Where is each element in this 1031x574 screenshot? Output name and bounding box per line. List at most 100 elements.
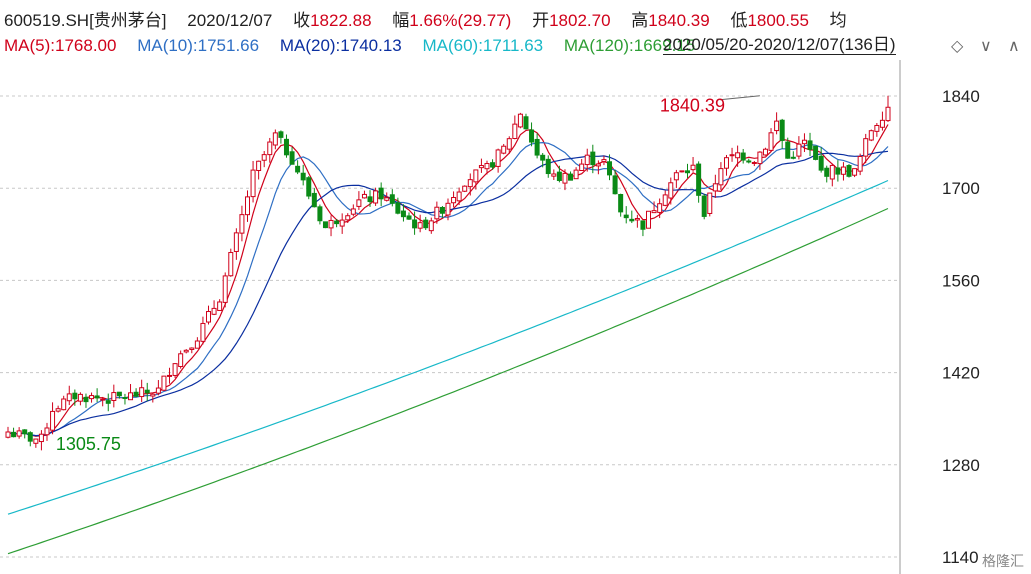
candle-body[interactable] <box>495 149 501 167</box>
candle-body[interactable] <box>334 220 340 225</box>
candle-body[interactable] <box>11 431 17 438</box>
candle-body[interactable] <box>267 141 273 156</box>
candle-body[interactable] <box>406 215 412 220</box>
candle-body[interactable] <box>295 165 301 173</box>
candle-body[interactable] <box>16 430 22 437</box>
candle-body[interactable] <box>729 154 735 157</box>
candle-body[interactable] <box>378 187 384 200</box>
candle-body[interactable] <box>178 353 184 368</box>
candle-body[interactable] <box>556 171 562 181</box>
candle-body[interactable] <box>701 195 707 217</box>
candle-body[interactable] <box>233 232 239 252</box>
candle-body[interactable] <box>206 311 212 323</box>
candle-body[interactable] <box>618 194 624 213</box>
candle-body[interactable] <box>211 307 217 315</box>
settings-icon[interactable]: ◇ <box>951 36 963 56</box>
candle-body[interactable] <box>439 206 445 214</box>
candle-body[interactable] <box>111 392 117 401</box>
candle-body[interactable] <box>428 220 434 232</box>
candle-body[interactable] <box>762 148 768 156</box>
candle-body[interactable] <box>94 395 100 399</box>
candle-body[interactable] <box>523 116 529 130</box>
candle-body[interactable] <box>857 155 863 172</box>
candle-body[interactable] <box>72 392 78 400</box>
candle-body[interactable] <box>306 177 312 197</box>
candle-body[interactable] <box>278 131 284 138</box>
candle-body[interactable] <box>774 120 780 132</box>
collapse-icon[interactable]: ∨ <box>980 36 992 56</box>
candle-body[interactable] <box>161 375 167 391</box>
candle-body[interactable] <box>712 183 718 192</box>
candle-body[interactable] <box>155 387 161 394</box>
candle-body[interactable] <box>735 152 741 159</box>
candle-body[interactable] <box>534 138 540 156</box>
candle-body[interactable] <box>66 393 72 402</box>
candle-body[interactable] <box>657 203 663 213</box>
candle-body[interactable] <box>467 179 473 188</box>
candle-body[interactable] <box>723 157 729 169</box>
candle-body[interactable] <box>696 163 702 196</box>
candle-body[interactable] <box>796 143 802 157</box>
candle-body[interactable] <box>506 138 512 150</box>
candle-body[interactable] <box>200 322 206 342</box>
candle-body[interactable] <box>150 393 156 397</box>
candle-body[interactable] <box>668 182 674 199</box>
candle-body[interactable] <box>128 392 134 401</box>
candle-body[interactable] <box>283 138 289 156</box>
candle-body[interactable] <box>545 158 551 175</box>
candle-body[interactable] <box>623 214 629 219</box>
candle-body[interactable] <box>840 166 846 175</box>
candle-body[interactable] <box>389 194 395 204</box>
candle-body[interactable] <box>690 164 696 171</box>
candle-body[interactable] <box>818 155 824 171</box>
candle-body[interactable] <box>417 222 423 229</box>
candle-body[interactable] <box>44 427 50 436</box>
candle-body[interactable] <box>434 206 440 220</box>
candle-body[interactable] <box>272 132 278 146</box>
candle-body[interactable] <box>27 432 33 442</box>
candle-body[interactable] <box>551 173 557 177</box>
candle-body[interactable] <box>105 400 111 404</box>
candle-body[interactable] <box>874 124 880 132</box>
expand-icon[interactable]: ∧ <box>1008 36 1020 56</box>
candle-body[interactable] <box>261 154 267 161</box>
candle-body[interactable] <box>473 169 479 183</box>
candle-body[interactable] <box>785 141 791 159</box>
candle-body[interactable] <box>339 219 345 227</box>
candle-body[interactable] <box>5 431 11 438</box>
candle-body[interactable] <box>400 210 406 218</box>
candle-body[interactable] <box>222 275 228 303</box>
candle-body[interactable] <box>328 219 334 229</box>
candle-body[interactable] <box>322 221 328 229</box>
candle-body[interactable] <box>757 151 763 165</box>
candle-body[interactable] <box>456 191 462 202</box>
candle-body[interactable] <box>540 154 546 161</box>
candle-body[interactable] <box>824 167 830 177</box>
candle-body[interactable] <box>646 210 652 229</box>
candle-body[interactable] <box>122 397 128 400</box>
date-range-label[interactable]: 2020/05/20-2020/12/07(136日) <box>663 36 896 55</box>
candle-body[interactable] <box>835 167 841 175</box>
candle-body[interactable] <box>373 190 379 204</box>
candle-body[interactable] <box>183 349 189 353</box>
candle-body[interactable] <box>846 165 852 177</box>
candle-body[interactable] <box>607 161 613 176</box>
candle-body[interactable] <box>790 156 796 159</box>
candle-body[interactable] <box>768 132 774 151</box>
candle-body[interactable] <box>662 194 668 206</box>
candle-body[interactable] <box>244 196 250 216</box>
candle-body[interactable] <box>852 168 858 176</box>
candle-body[interactable] <box>445 202 451 216</box>
candle-body[interactable] <box>356 199 362 207</box>
candle-body[interactable] <box>746 160 752 163</box>
candle-body[interactable] <box>562 172 568 184</box>
candle-body[interactable] <box>584 154 590 166</box>
candle-body[interactable] <box>863 138 869 157</box>
candle-body[interactable] <box>100 398 106 401</box>
candle-body[interactable] <box>250 169 256 198</box>
candle-body[interactable] <box>612 175 618 195</box>
candle-body[interactable] <box>89 395 95 400</box>
candle-body[interactable] <box>116 391 122 397</box>
candle-body[interactable] <box>634 217 640 221</box>
candle-body[interactable] <box>139 387 145 398</box>
